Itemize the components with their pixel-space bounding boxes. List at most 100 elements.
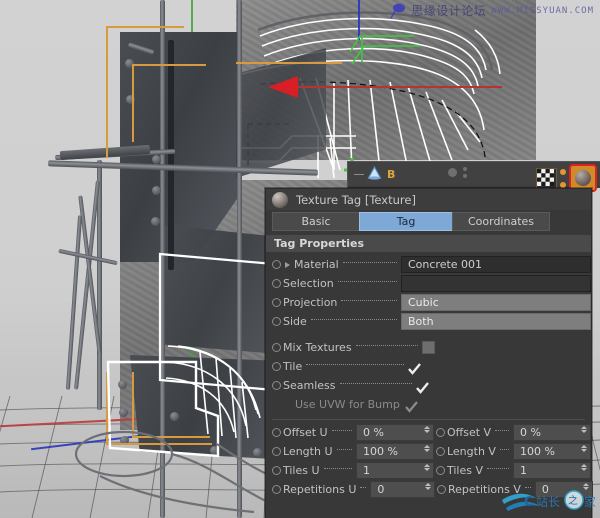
length-u-animate-checkbox[interactable] [272,447,281,456]
projection-label: Projection [283,296,337,309]
watermark-top: 思缘设计论坛 WWW.MISSYUAN.COM [390,2,594,19]
offset-v-animate-checkbox[interactable] [436,428,445,437]
svg-text:家: 家 [584,494,596,509]
checkerboard-tag-icon[interactable] [536,168,557,189]
tile-label: Tile [283,360,302,373]
chevron-right-icon[interactable] [285,262,290,268]
seamless-animate-checkbox[interactable] [272,381,281,390]
selection-box-edge [132,64,206,66]
selection-box-edge [106,26,108,158]
offset-u-stepper[interactable] [424,426,430,433]
offset-u-animate-checkbox[interactable] [272,428,281,437]
tree-connector [354,174,364,175]
tiles-u-animate-checkbox[interactable] [272,466,281,475]
cone-icon[interactable] [367,165,382,184]
repetitions-u-stepper[interactable] [425,483,431,490]
offset-u-input[interactable]: 0 % [356,424,434,441]
seamless-label: Seamless [283,379,336,392]
column-pipe-dark [168,40,174,270]
tab-basic[interactable]: Basic [272,212,360,231]
use-uvw-checkbox [405,399,417,411]
dot-leader [495,430,509,431]
material-animate-checkbox[interactable] [272,260,281,269]
tiles-u-stepper[interactable] [424,464,430,471]
orange-dot-tag-icon-2[interactable] [560,182,566,188]
repetitions-v-animate-checkbox[interactable] [437,485,446,494]
dot-leader [343,262,397,263]
seamless-checkbox[interactable] [416,380,428,392]
repetitions-u-input[interactable]: 0 [370,481,435,498]
side-animate-checkbox[interactable] [272,317,281,326]
object-manager-bar[interactable]: B [347,161,600,188]
numeric-row-offset[interactable]: Offset U 0 % Offset V 0 % [266,423,591,442]
watermark-en-text: WWW.MISSYUAN.COM [491,6,594,16]
tab-tag[interactable]: Tag [359,212,453,231]
section-title-tag-properties: Tag Properties [266,235,591,252]
property-row-mix-textures[interactable]: Mix Textures [266,338,591,357]
projection-dropdown[interactable]: Cubic [401,294,591,311]
material-sphere-icon-header [272,192,288,208]
property-row-material[interactable]: Material Concrete 001 [266,255,591,274]
side-dropdown[interactable]: Both [401,313,591,330]
selection-box-edge [236,62,342,64]
dot-leader [324,468,352,469]
object-visibility-dots[interactable] [448,167,467,178]
tiles-v-input[interactable]: 1 [513,462,591,479]
mix-textures-checkbox[interactable] [422,341,435,354]
property-row-side[interactable]: Side Both [266,312,591,331]
selection-animate-checkbox[interactable] [272,279,281,288]
offset-v-stepper[interactable] [581,426,587,433]
bolt [152,155,161,164]
watermark-bottom-logo: C 站长 之 家 [500,482,596,514]
annotation-line-red [272,86,502,88]
dot-leader [338,281,397,282]
tiles-v-stepper[interactable] [581,464,587,471]
length-v-stepper[interactable] [581,445,587,452]
annotation-arrow-red [268,76,298,98]
selection-field[interactable] [401,275,591,292]
visibility-dot-top[interactable] [463,167,467,171]
projection-animate-checkbox[interactable] [272,298,281,307]
mix-textures-animate-checkbox[interactable] [272,343,281,352]
watermark-dot-icon [390,3,406,19]
visibility-dot-editor[interactable] [448,168,457,177]
selection-box-edge [106,26,184,28]
svg-text:C: C [524,495,534,510]
panel-header: Texture Tag [Texture] [266,189,591,210]
dot-leader [311,319,397,320]
dot-leader [500,449,509,450]
tile-checkbox[interactable] [408,361,420,373]
material-field[interactable]: Concrete 001 [401,256,591,273]
length-v-label: Length V [447,445,496,458]
tile-animate-checkbox[interactable] [272,362,281,371]
object-manager-row[interactable]: B [348,162,600,186]
length-u-label: Length U [283,445,333,458]
panel-tabs[interactable]: Basic Tag Coordinates [272,212,585,231]
property-row-seamless[interactable]: Seamless [266,376,591,395]
dot-leader [340,383,412,384]
length-u-stepper[interactable] [424,445,430,452]
tiles-v-animate-checkbox[interactable] [436,466,445,475]
property-row-tile[interactable]: Tile [266,357,591,376]
orange-dot-tag-icon[interactable] [560,169,566,175]
dot-leader [306,364,404,365]
offset-v-input[interactable]: 0 % [513,424,591,441]
property-row-selection[interactable]: Selection [266,274,591,293]
tab-coordinates[interactable]: Coordinates [452,212,550,231]
property-rows: Material Concrete 001 Selection Projecti… [266,252,591,499]
numeric-row-length[interactable]: Length U 100 % Length V 100 % [266,442,591,461]
length-u-input[interactable]: 100 % [356,443,434,460]
dot-leader [337,449,352,450]
property-row-projection[interactable]: Projection Cubic [266,293,591,312]
attribute-manager-panel[interactable]: Texture Tag [Texture] Basic Tag Coordina… [265,188,592,518]
visibility-dot-bottom[interactable] [463,174,467,178]
object-name-label[interactable]: B [387,168,395,181]
offset-u-label: Offset U [283,426,328,439]
bolt [126,95,135,104]
repetitions-u-animate-checkbox[interactable] [272,485,281,494]
tiles-u-input[interactable]: 1 [356,462,434,479]
panel-title: Texture Tag [Texture] [296,193,416,207]
length-v-animate-checkbox[interactable] [436,447,445,456]
numeric-row-tiles[interactable]: Tiles U 1 Tiles V 1 [266,461,591,480]
length-v-input[interactable]: 100 % [513,443,591,460]
